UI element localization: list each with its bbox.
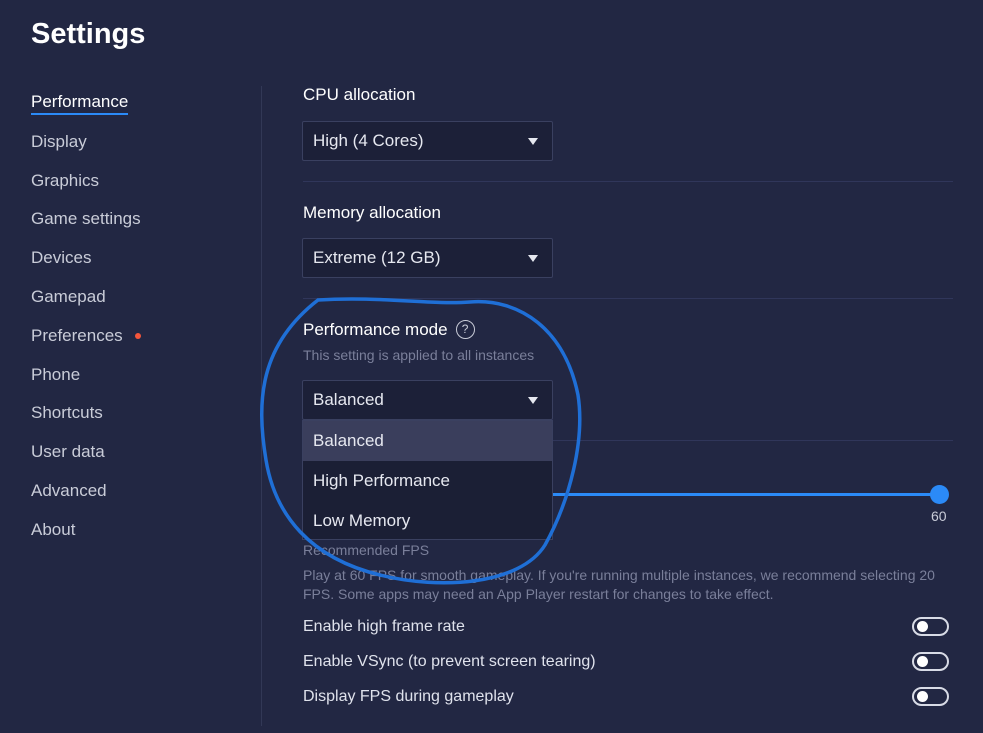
sidebar-item-label: Advanced (31, 480, 107, 500)
sidebar-item-label: Preferences (31, 325, 123, 345)
sidebar-item-graphics[interactable]: Graphics (31, 168, 231, 207)
option-low-memory[interactable]: Low Memory (303, 501, 552, 541)
sidebar-item-advanced[interactable]: Advanced (31, 478, 231, 517)
sidebar: Performance Display Graphics Game settin… (31, 90, 231, 556)
page-title: Settings (31, 18, 146, 50)
fps-slider-handle[interactable] (930, 485, 949, 504)
toggle-row-vsync: Enable VSync (to prevent screen tearing) (303, 652, 949, 671)
sidebar-item-label: About (31, 519, 76, 539)
toggle-label: Enable high frame rate (303, 617, 465, 635)
memory-allocation-value: Extreme (12 GB) (313, 248, 441, 267)
sidebar-item-label: Performance (31, 90, 129, 115)
performance-mode-label: Performance mode (303, 320, 448, 339)
fps-description: Play at 60 FPS for smooth gameplay. If y… (303, 567, 935, 602)
option-high-performance[interactable]: High Performance (303, 461, 552, 501)
sidebar-item-gamepad[interactable]: Gamepad (31, 284, 231, 323)
fps-slider-value: 60 (931, 508, 947, 524)
sidebar-item-about[interactable]: About (31, 517, 231, 556)
toggle-row-high-frame-rate: Enable high frame rate (303, 617, 949, 636)
fps-slider-track[interactable] (553, 493, 940, 496)
sidebar-item-label: Devices (31, 248, 92, 268)
section-divider (303, 181, 953, 182)
high-frame-rate-toggle[interactable] (912, 617, 949, 636)
cpu-allocation-value: High (4 Cores) (313, 131, 424, 150)
cpu-allocation-select[interactable]: High (4 Cores) (302, 121, 553, 161)
toggle-label: Display FPS during gameplay (303, 687, 514, 705)
sidebar-item-phone[interactable]: Phone (31, 362, 231, 401)
sidebar-item-label: Gamepad (31, 286, 106, 306)
sidebar-item-display[interactable]: Display (31, 129, 231, 168)
fps-caption: Recommended FPS (303, 542, 430, 558)
help-circle-icon[interactable]: ? (455, 320, 475, 339)
memory-allocation-label: Memory allocation (303, 203, 441, 222)
memory-allocation-select[interactable]: Extreme (12 GB) (302, 238, 553, 278)
caret-down-icon (528, 254, 538, 262)
sidebar-item-game-settings[interactable]: Game settings (31, 206, 231, 245)
performance-mode-dropdown: Balanced High Performance Low Memory (302, 420, 553, 540)
toggle-row-display-fps: Display FPS during gameplay (303, 687, 949, 706)
toggle-label: Enable VSync (to prevent screen tearing) (303, 652, 596, 670)
caret-down-icon (528, 396, 538, 404)
notification-dot (134, 332, 141, 339)
cpu-allocation-label: CPU allocation (303, 85, 416, 104)
sidebar-item-label: Shortcuts (31, 403, 103, 423)
performance-mode-value: Balanced (313, 390, 384, 409)
performance-mode-select[interactable]: Balanced (302, 380, 553, 420)
sidebar-item-label: User data (31, 442, 105, 462)
sidebar-item-label: Game settings (31, 209, 141, 229)
caret-down-icon (528, 137, 538, 145)
display-fps-toggle[interactable] (912, 687, 949, 706)
sidebar-divider (261, 86, 262, 726)
performance-mode-heading: Performance mode? (303, 320, 475, 340)
section-divider (303, 298, 953, 299)
sidebar-item-performance[interactable]: Performance (31, 90, 231, 129)
sidebar-item-label: Phone (31, 364, 81, 384)
vsync-toggle[interactable] (912, 652, 949, 671)
option-balanced[interactable]: Balanced (303, 421, 552, 461)
sidebar-item-shortcuts[interactable]: Shortcuts (31, 400, 231, 439)
sidebar-item-user-data[interactable]: User data (31, 439, 231, 478)
sidebar-item-label: Graphics (31, 170, 100, 190)
performance-mode-subtext: This setting is applied to all instances (303, 347, 535, 363)
sidebar-item-preferences[interactable]: Preferences (31, 323, 231, 362)
sidebar-item-label: Display (31, 131, 87, 151)
sidebar-item-devices[interactable]: Devices (31, 245, 231, 284)
